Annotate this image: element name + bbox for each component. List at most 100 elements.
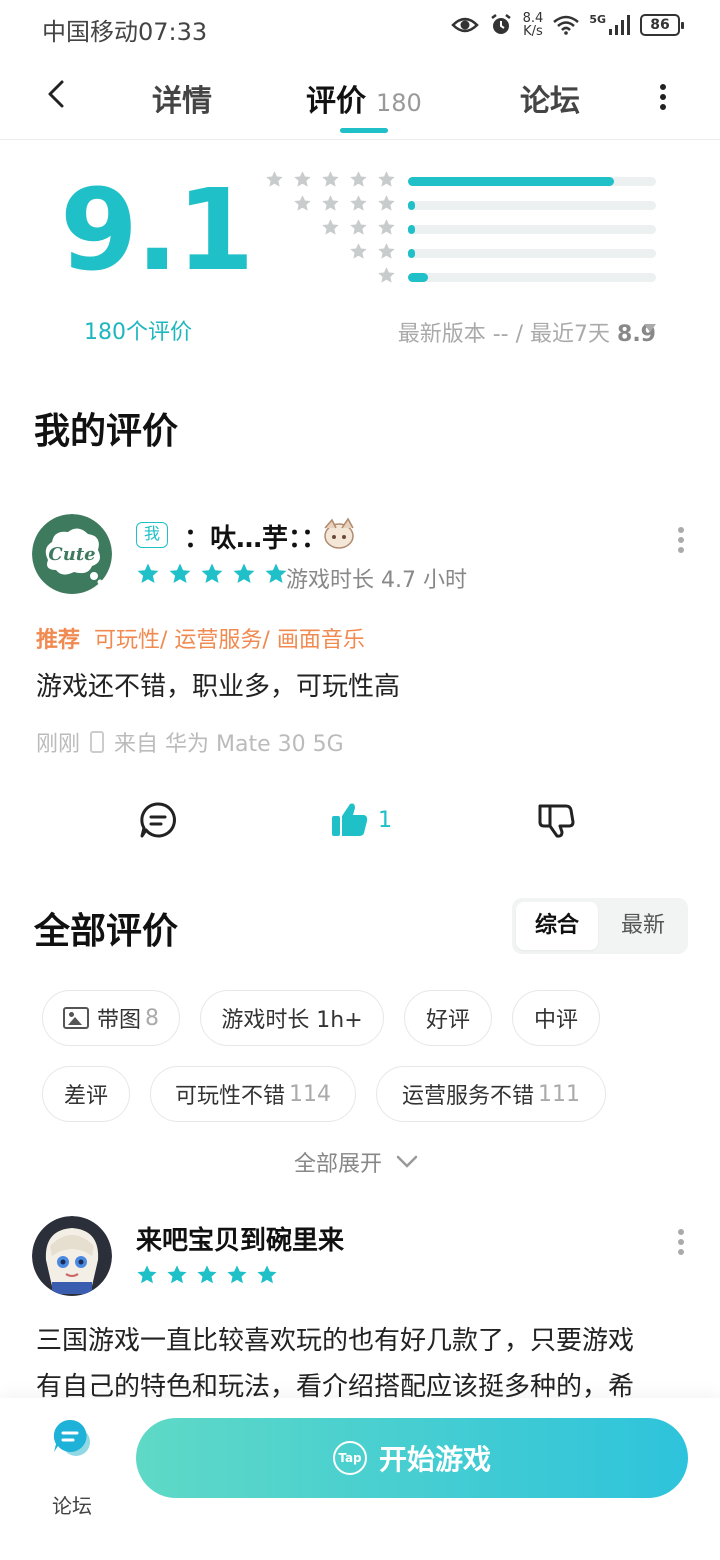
signal-icon xyxy=(609,15,630,35)
my-playtime: 游戏时长 4.7 小时 xyxy=(286,568,467,593)
star-icon xyxy=(377,266,396,285)
rating-row-3 xyxy=(260,216,660,240)
star-icon xyxy=(377,218,396,237)
review-time: 刚刚 xyxy=(36,732,81,757)
filter-chip-count: 114 xyxy=(289,1081,331,1107)
filter-chip-playtime[interactable]: 游戏时长 1h+ xyxy=(200,990,384,1046)
carrier-time: 中国移动07:33 xyxy=(42,12,207,47)
rating-bar-fill xyxy=(408,249,416,258)
net-speed-unit: K/s xyxy=(523,24,543,39)
star-icon xyxy=(293,194,312,213)
star-icon xyxy=(265,170,284,189)
reviewer-nickname[interactable]: 来吧宝贝到碗里来 xyxy=(136,1220,344,1257)
dislike-button[interactable] xyxy=(536,798,576,842)
star-icon xyxy=(136,1264,158,1286)
sort-toggle: 综合 最新 xyxy=(512,898,688,954)
recommend-label: 推荐 xyxy=(36,628,81,653)
review-more-icon[interactable] xyxy=(676,526,686,554)
star-group xyxy=(265,170,396,189)
tab-forum[interactable]: 论坛 xyxy=(520,76,580,120)
character-badge-icon xyxy=(324,517,354,549)
filter-chip-negative[interactable]: 差评 xyxy=(42,1066,130,1122)
recommend-tag-list: 可玩性/ 运营服务/ 画面音乐 xyxy=(94,628,365,653)
my-review-meta: 刚刚 来自 华为 Mate 30 5G xyxy=(36,726,344,758)
bottom-action-bar: 论坛 Tap 开始游戏 xyxy=(0,1398,720,1560)
rating-row-4 xyxy=(260,192,660,216)
rating-bar-track xyxy=(408,273,656,282)
tab-reviews-label: 评价 xyxy=(306,84,366,119)
filter-chip-playability[interactable]: 可玩性不错 114 xyxy=(150,1066,356,1122)
star-group xyxy=(321,218,396,237)
rating-bar-fill xyxy=(408,273,428,282)
star-icon xyxy=(200,562,224,586)
average-score: 9.1 xyxy=(60,166,254,296)
phone-icon xyxy=(90,731,105,753)
star-icon xyxy=(321,218,340,237)
start-game-button[interactable]: Tap 开始游戏 xyxy=(136,1418,688,1498)
back-icon[interactable] xyxy=(40,76,76,112)
filter-chip-label: 运营服务不错 xyxy=(401,1084,534,1109)
filter-chip-label: 好评 xyxy=(425,1008,470,1033)
dropdown-caret-icon[interactable] xyxy=(644,324,656,332)
review-more-icon[interactable] xyxy=(676,1228,686,1256)
like-count: 1 xyxy=(378,807,392,833)
device-text: 来自 华为 Mate 30 5G xyxy=(114,732,344,757)
forum-button[interactable]: 论坛 xyxy=(40,1418,104,1518)
clock: 07:33 xyxy=(138,18,208,46)
thumbs-up-icon xyxy=(332,803,368,836)
rating-row-2 xyxy=(260,240,660,264)
star-icon xyxy=(377,242,396,261)
star-icon xyxy=(168,562,192,586)
star-group xyxy=(377,266,396,285)
tab-details[interactable]: 详情 xyxy=(152,76,212,120)
comment-button[interactable] xyxy=(138,798,178,842)
battery-icon: 86 xyxy=(640,14,684,36)
rating-distribution xyxy=(260,168,660,288)
rating-bar-track xyxy=(408,201,656,210)
star-icon xyxy=(321,194,340,213)
my-review-content[interactable]: 游戏还不错，职业多，可玩性高 xyxy=(36,664,400,710)
network-type: 5G xyxy=(589,12,606,26)
rating-row-5 xyxy=(260,168,660,192)
like-button[interactable]: 1 xyxy=(330,798,392,842)
carrier-name: 中国移动 xyxy=(42,18,138,46)
eye-icon xyxy=(450,17,479,33)
rating-row-1 xyxy=(260,264,660,288)
filter-chip-label: 带图 xyxy=(96,1008,141,1033)
status-bar: 中国移动07:33 8.4 K/s 5G 86 xyxy=(0,0,720,56)
rating-bar-track xyxy=(408,249,656,258)
star-icon xyxy=(226,1264,248,1286)
filter-chip-neutral[interactable]: 中评 xyxy=(512,990,600,1046)
expand-label: 全部展开 xyxy=(294,1152,383,1177)
tab-reviews[interactable]: 评价 180 xyxy=(306,76,422,120)
avatar[interactable] xyxy=(32,1216,112,1296)
star-icon xyxy=(321,170,340,189)
rating-bar-fill xyxy=(408,225,416,234)
review-content[interactable]: 三国游戏一直比较喜欢玩的也有好几款了，只要游戏 有自己的特色和玩法，看介绍搭配应… xyxy=(36,1318,634,1410)
sort-option-latest[interactable]: 最新 xyxy=(602,902,684,950)
review-count: 180个评价 xyxy=(84,320,192,345)
version-filter[interactable]: 最新版本 -- / 最近7天 8.9 xyxy=(398,316,656,348)
my-rating-stars xyxy=(136,562,288,586)
top-nav: 详情 评价 180 论坛 xyxy=(0,56,720,140)
rating-bar-fill xyxy=(408,177,614,186)
avatar[interactable]: Cute xyxy=(32,514,112,594)
filter-chip-operation[interactable]: 运营服务不错 111 xyxy=(376,1066,606,1122)
star-icon xyxy=(264,562,288,586)
tab-details-label: 详情 xyxy=(152,84,212,119)
filter-chip-with-images[interactable]: 带图 8 xyxy=(42,990,180,1046)
my-nickname[interactable]: ：呔…芋：： xyxy=(184,518,327,555)
filter-chip-positive[interactable]: 好评 xyxy=(404,990,492,1046)
more-icon[interactable] xyxy=(652,82,674,112)
expand-all-button[interactable]: 全部展开 xyxy=(294,1146,418,1178)
filter-chip-count: 111 xyxy=(538,1081,580,1107)
chevron-down-icon xyxy=(396,1155,418,1168)
sort-option-overall[interactable]: 综合 xyxy=(516,902,598,950)
filter-chip-count: 8 xyxy=(145,1005,159,1031)
my-review-title: 我的评价 xyxy=(34,411,179,452)
filter-chip-label: 可玩性不错 xyxy=(174,1084,285,1109)
star-icon xyxy=(196,1264,218,1286)
star-icon xyxy=(256,1264,278,1286)
review-content-line: 三国游戏一直比较喜欢玩的也有好几款了，只要游戏 xyxy=(36,1326,635,1356)
wifi-icon xyxy=(553,15,580,35)
